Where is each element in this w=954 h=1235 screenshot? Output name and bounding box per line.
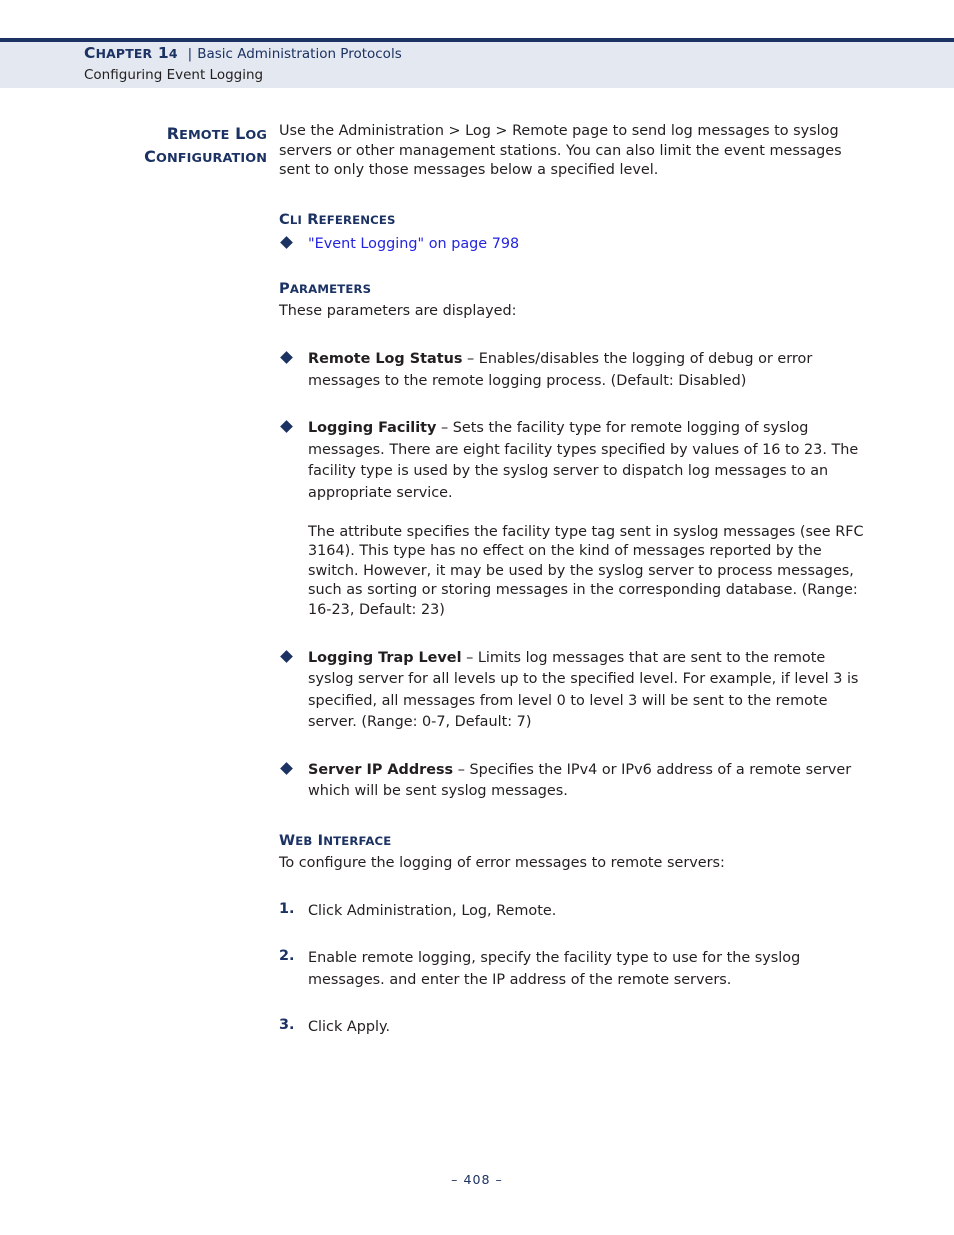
step-number: 2. <box>279 948 295 965</box>
margin-heading-line2: CONFIGURATION <box>60 146 267 169</box>
parameter-term: Logging Trap Level <box>308 649 462 666</box>
step-number: 1. <box>279 900 295 917</box>
parameters-label-text: PARAMETERS <box>279 280 372 298</box>
parameter-term: Remote Log Status <box>308 350 463 367</box>
parameter-item: Logging Facility – Sets the facility typ… <box>279 417 871 503</box>
parameter-dash: – <box>441 420 449 437</box>
parameter-item: Logging Trap Level – Limits log messages… <box>279 647 871 733</box>
page-number: – 408 – <box>451 1172 503 1187</box>
cli-reference-link[interactable]: "Event Logging" on page 798 <box>308 236 519 252</box>
parameter-extra-paragraph: The attribute specifies the facility typ… <box>308 523 864 618</box>
cli-reference-item[interactable]: "Event Logging" on page 798 <box>279 233 871 255</box>
diamond-bullet-icon <box>280 351 293 364</box>
web-interface-intro: To configure the logging of error messag… <box>279 855 725 872</box>
web-interface-label-text: WEB INTERFACE <box>279 832 392 850</box>
web-interface-label: WEB INTERFACE <box>279 832 871 850</box>
parameter-text: Logging Trap Level – Limits log messages… <box>308 650 858 731</box>
intro-paragraph: Use the Administration > Log > Remote pa… <box>279 123 842 179</box>
main-text-column: Use the Administration > Log > Remote pa… <box>279 122 871 1038</box>
step-text: Click Apply. <box>308 1019 391 1036</box>
header-section-title: Configuring Event Logging <box>84 67 264 83</box>
header-chapter-text: CHAPTER 14 <box>84 44 178 62</box>
cli-references-label: CLI REFERENCES <box>279 211 871 229</box>
margin-heading-line1: REMOTE LOG <box>60 123 267 146</box>
step-item: 3. Click Apply. <box>279 1016 871 1038</box>
step-item: 1. Click Administration, Log, Remote. <box>279 900 871 922</box>
header-separator: | <box>187 46 193 62</box>
step-text: Click Administration, Log, Remote. <box>308 902 557 919</box>
header-chapter-label: CHAPTER 14 <box>84 44 183 62</box>
parameter-dash: – <box>466 350 475 367</box>
parameter-term: Server IP Address <box>308 761 454 778</box>
step-number: 3. <box>279 1017 295 1034</box>
parameter-term: Logging Facility <box>308 420 437 437</box>
parameter-item: Server IP Address – Specifies the IPv4 o… <box>279 759 871 802</box>
margin-heading-line1-text: REMOTE LOG <box>166 124 267 143</box>
diamond-bullet-icon <box>280 420 293 434</box>
margin-heading-line2-text: CONFIGURATION <box>144 147 267 166</box>
step-text: Enable remote logging, specify the facil… <box>308 950 801 988</box>
document-page: CHAPTER 14 | Basic Administration Protoco… <box>0 0 954 1235</box>
running-header: CHAPTER 14 | Basic Administration Protoco… <box>84 44 884 85</box>
diamond-bullet-icon <box>280 649 293 663</box>
parameter-text: Logging Facility – Sets the facility typ… <box>308 420 858 501</box>
header-chapter-topic: Basic Administration Protocols <box>197 46 402 62</box>
diamond-bullet-icon <box>280 235 293 249</box>
parameter-dash: – <box>466 649 474 666</box>
page-footer: – 408 – <box>0 1172 954 1187</box>
diamond-bullet-icon <box>280 762 293 775</box>
parameter-text: Server IP Address – Specifies the IPv4 o… <box>308 762 851 800</box>
step-item: 2. Enable remote logging, specify the fa… <box>279 947 871 990</box>
cli-references-label-text: CLI REFERENCES <box>279 210 396 228</box>
parameters-intro: These parameters are displayed: <box>279 303 517 320</box>
parameter-item: Remote Log Status – Enables/disables the… <box>279 348 871 391</box>
parameter-dash: – <box>457 761 465 778</box>
margin-heading: REMOTE LOG CONFIGURATION <box>60 123 267 169</box>
parameter-text: Remote Log Status – Enables/disables the… <box>308 351 812 389</box>
header-breadcrumb: CHAPTER 14 | Basic Administration Protoco… <box>84 44 884 64</box>
parameters-label: PARAMETERS <box>279 280 871 298</box>
